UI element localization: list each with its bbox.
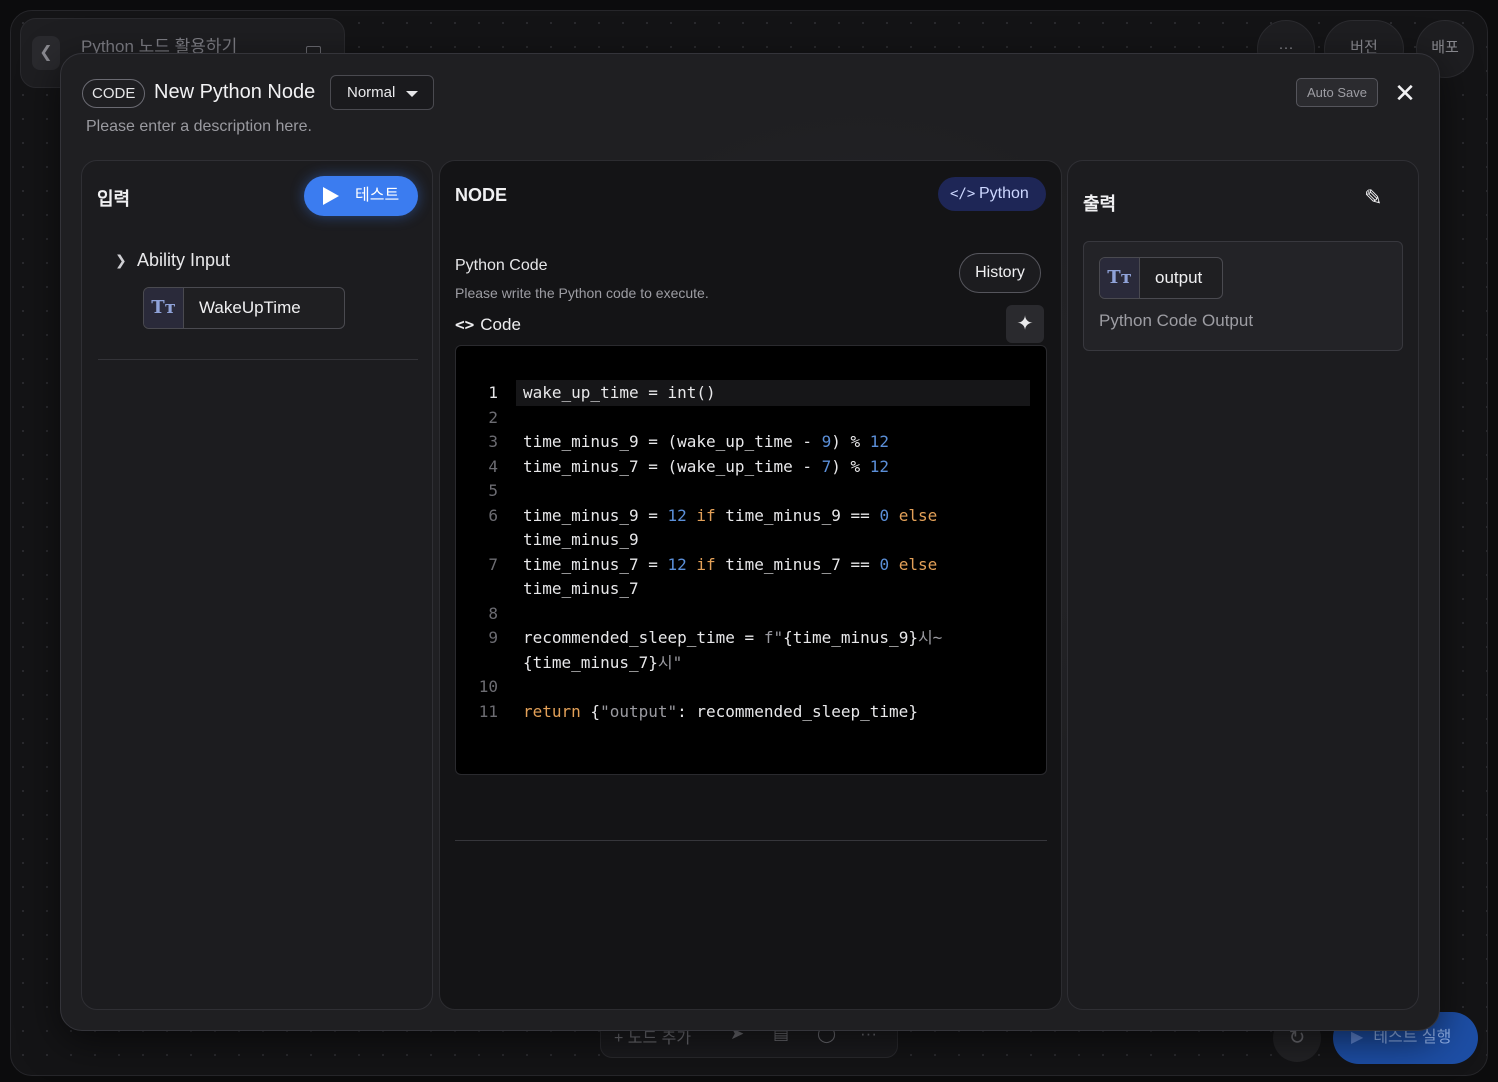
code-text: time_minus_9 = 12 if time_minus_9 == 0 e… bbox=[523, 506, 938, 525]
input-panel-title: 입력 bbox=[97, 189, 131, 209]
code-editor[interactable]: 1 wake_up_time = int() 2 3 time_minus_9 = … bbox=[455, 345, 1047, 775]
line-number: 9 bbox=[488, 628, 498, 647]
code-brackets-icon: </> bbox=[950, 186, 976, 202]
language-label: Python bbox=[979, 185, 1029, 202]
line-number: 4 bbox=[488, 457, 498, 476]
input-variable-name: WakeUpTime bbox=[199, 298, 301, 317]
pencil-icon[interactable]: ✎ bbox=[1364, 185, 1392, 213]
node-description[interactable]: Please enter a description here. bbox=[86, 118, 312, 136]
python-code-label: Python Code bbox=[455, 257, 548, 274]
code-text: {time_minus_7}시" bbox=[523, 653, 683, 672]
output-panel: 출력 ✎ Tт output Python Code Output bbox=[1067, 160, 1419, 1010]
back-arrow-icon[interactable]: ❮ bbox=[32, 36, 60, 70]
sparkle-icon[interactable]: ✦ bbox=[1006, 305, 1044, 343]
node-panel-title: NODE bbox=[455, 185, 508, 205]
code-text: wake_up_time = int() bbox=[523, 383, 716, 402]
output-panel-title: 출력 bbox=[1083, 194, 1117, 214]
code-text: time_minus_9 bbox=[523, 530, 639, 549]
line-number: 11 bbox=[478, 702, 498, 721]
code-brackets-icon: <> bbox=[455, 315, 475, 334]
output-variable-chip[interactable]: Tт output bbox=[1099, 257, 1223, 299]
line-number: 7 bbox=[488, 555, 498, 574]
code-text: recommended_sleep_time = f"{time_minus_9… bbox=[523, 628, 943, 647]
code-text: return {"output": recommended_sleep_time… bbox=[523, 702, 918, 721]
code-text: time_minus_7 bbox=[523, 579, 639, 598]
play-icon bbox=[323, 187, 339, 205]
language-badge[interactable]: </> Python bbox=[938, 177, 1046, 211]
test-button[interactable]: 테스트 bbox=[304, 176, 418, 216]
line-number: 1 bbox=[488, 383, 498, 402]
close-icon[interactable]: ✕ bbox=[1390, 78, 1420, 108]
divider bbox=[98, 359, 418, 360]
text-type-icon: Tт bbox=[1100, 258, 1140, 298]
test-button-label: 테스트 bbox=[355, 187, 400, 204]
python-node-modal: CODE New Python Node Normal Please enter… bbox=[60, 53, 1440, 1031]
line-number: 2 bbox=[488, 408, 498, 427]
line-number: 10 bbox=[478, 677, 498, 696]
code-label-text: Code bbox=[480, 315, 521, 334]
caret-down-icon bbox=[406, 91, 418, 97]
input-variable-chip[interactable]: Tт WakeUpTime bbox=[143, 287, 345, 329]
mode-select-value: Normal bbox=[347, 84, 396, 101]
output-variable-name: output bbox=[1155, 268, 1203, 287]
code-section-label: <> Code bbox=[455, 315, 521, 335]
run-test-label: 테스트 실행 bbox=[1373, 1029, 1452, 1046]
divider bbox=[455, 840, 1047, 841]
node-title[interactable]: New Python Node bbox=[154, 81, 315, 104]
line-number: 5 bbox=[488, 481, 498, 500]
line-number: 6 bbox=[488, 506, 498, 525]
node-panel: NODE </> Python Python Code Please write… bbox=[439, 160, 1062, 1010]
code-text: time_minus_7 = 12 if time_minus_7 == 0 e… bbox=[523, 555, 938, 574]
line-number: 8 bbox=[488, 604, 498, 623]
node-type-badge: CODE bbox=[82, 79, 146, 108]
ability-input-group[interactable]: Ability Input bbox=[137, 250, 230, 271]
python-code-help: Please write the Python code to execute. bbox=[455, 285, 709, 301]
input-panel: 입력 테스트 ❯ Ability Input Tт WakeUpTime bbox=[81, 160, 433, 1010]
code-text: time_minus_9 = (wake_up_time - 9) % 12 bbox=[523, 432, 890, 451]
auto-save-button[interactable]: Auto Save bbox=[1296, 78, 1378, 107]
mode-select[interactable]: Normal bbox=[330, 75, 434, 110]
text-type-icon: Tт bbox=[144, 288, 184, 328]
output-variable-card[interactable]: Tт output Python Code Output bbox=[1083, 241, 1403, 351]
output-variable-description: Python Code Output bbox=[1099, 311, 1254, 330]
line-number: 3 bbox=[488, 432, 498, 451]
chevron-down-icon[interactable]: ❯ bbox=[115, 252, 127, 269]
history-button[interactable]: History bbox=[959, 253, 1041, 293]
code-text: time_minus_7 = (wake_up_time - 7) % 12 bbox=[523, 457, 890, 476]
